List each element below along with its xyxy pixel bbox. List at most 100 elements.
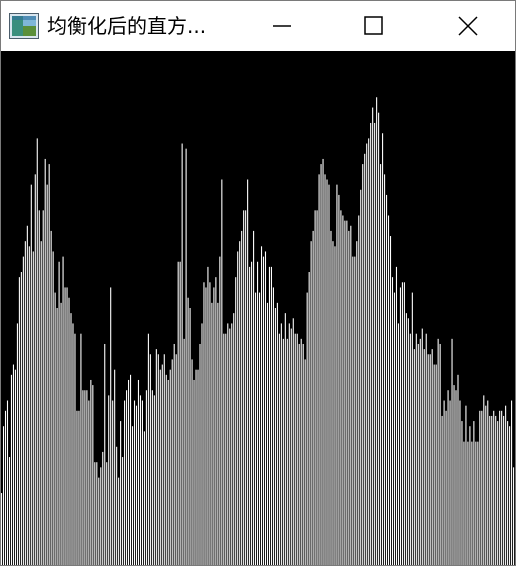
histogram-bar-179 — [356, 241, 358, 565]
histogram-bar-88 — [175, 354, 177, 565]
histogram-bar-173 — [344, 220, 346, 565]
histogram-bar-63 — [126, 390, 128, 565]
histogram-bar-29 — [58, 261, 60, 565]
minimize-button[interactable] — [237, 1, 327, 51]
histogram-bar-224 — [445, 410, 447, 565]
histogram-bar-59 — [118, 477, 120, 565]
histogram-bar-46 — [92, 385, 94, 565]
histogram-bar-239 — [475, 441, 477, 565]
histogram-bar-32 — [64, 287, 66, 565]
histogram-bar-103 — [205, 287, 207, 565]
histogram-bar-79 — [157, 354, 159, 565]
histogram-bar-197 — [391, 277, 394, 565]
histogram-bar-100 — [199, 343, 201, 565]
histogram-bar-93 — [185, 148, 187, 565]
histogram-bar-48 — [96, 462, 98, 565]
histogram-bar-80 — [159, 369, 161, 565]
histogram-bar-185 — [368, 138, 370, 565]
maximize-button[interactable] — [329, 1, 419, 51]
histogram-bar-183 — [364, 153, 366, 565]
histogram-bar-223 — [443, 400, 445, 565]
histogram-bar-83 — [165, 374, 167, 565]
histogram-bar-164 — [326, 179, 328, 565]
histogram-bar-18 — [36, 138, 38, 565]
histogram-bar-41 — [82, 390, 84, 565]
histogram-bar-175 — [348, 230, 350, 565]
histogram-bar-219 — [435, 364, 437, 565]
histogram-bar-24 — [48, 164, 50, 565]
histogram-bar-147 — [292, 318, 294, 565]
histogram-bar-57 — [114, 369, 116, 565]
histogram-bar-10 — [20, 272, 22, 565]
histogram-bar-215 — [427, 354, 429, 565]
histogram-bar-130 — [258, 292, 261, 565]
histogram-bar-201 — [399, 287, 401, 565]
histogram-bar-190 — [378, 112, 380, 565]
histogram-bar-178 — [354, 256, 356, 565]
histogram-bar-117 — [233, 313, 235, 565]
histogram-bar-211 — [419, 338, 421, 565]
histogram-bar-158 — [314, 210, 316, 565]
histogram-bar-61 — [122, 457, 124, 565]
histogram-bar-208 — [413, 349, 415, 565]
histogram-bar-26 — [52, 251, 54, 565]
histogram-bar-127 — [253, 230, 255, 565]
histogram-bar-104 — [207, 266, 209, 565]
histogram-bar-58 — [116, 446, 118, 565]
histogram-bar-28 — [56, 308, 58, 565]
histogram-bar-120 — [239, 241, 241, 565]
histogram-bar-118 — [235, 277, 237, 565]
histogram-bar-142 — [282, 338, 284, 565]
histogram-bar-86 — [171, 359, 173, 565]
histogram-bar-202 — [401, 282, 403, 565]
histogram-bar-217 — [431, 349, 433, 565]
histogram-bar-181 — [360, 189, 362, 565]
histogram-bar-255 — [507, 421, 509, 565]
histogram-bar-4 — [8, 457, 11, 565]
histogram-bar-12 — [24, 241, 26, 565]
histogram-bar-95 — [189, 308, 191, 565]
histogram-bar-40 — [80, 333, 82, 565]
histogram-bar-235 — [467, 441, 469, 565]
histogram-bar-160 — [318, 174, 320, 565]
title-bar[interactable]: 均衡化后的直方... — [1, 1, 515, 51]
histogram-bar-232 — [461, 421, 463, 565]
histogram-bar-144 — [286, 338, 288, 565]
histogram-bar-236 — [469, 426, 471, 565]
histogram-bar-133 — [264, 251, 267, 565]
histogram-bar-111 — [221, 179, 223, 565]
histogram-bar-16 — [32, 251, 34, 565]
histogram-bar-98 — [195, 369, 197, 565]
histogram-bar-77 — [153, 395, 155, 565]
histogram-bar-170 — [338, 194, 340, 565]
histogram-bar-105 — [209, 282, 211, 565]
histogram-bar-188 — [374, 122, 376, 565]
histogram-bar-246 — [489, 415, 491, 565]
histogram-bar-5 — [10, 374, 13, 565]
close-button[interactable] — [421, 1, 515, 51]
histogram-bar-3 — [6, 400, 9, 565]
histogram-bar-27 — [54, 292, 56, 565]
histogram-bar-172 — [342, 215, 344, 565]
histogram-bar-225 — [447, 390, 449, 565]
histogram-bar-2 — [4, 410, 7, 565]
histogram-bar-238 — [473, 421, 475, 565]
histogram-bar-0 — [1, 493, 3, 565]
histogram-bar-43 — [86, 390, 88, 565]
histogram-bar-194 — [386, 194, 388, 565]
histogram-bar-66 — [131, 426, 134, 565]
histogram-bar-62 — [124, 400, 126, 565]
histogram-bar-252 — [501, 410, 503, 565]
histogram-bar-161 — [320, 164, 322, 565]
histogram-bar-213 — [423, 349, 425, 565]
histogram-bar-135 — [268, 266, 271, 565]
histogram-bar-166 — [330, 230, 332, 565]
histogram-bar-45 — [90, 379, 92, 565]
histogram-bar-126 — [251, 261, 253, 565]
histogram-bar-42 — [84, 390, 86, 565]
histogram-bar-243 — [483, 395, 485, 565]
histogram-bar-210 — [417, 343, 419, 565]
histogram-bar-82 — [163, 354, 165, 565]
histogram-bar-19 — [38, 210, 40, 565]
histogram-bar-216 — [429, 354, 431, 565]
